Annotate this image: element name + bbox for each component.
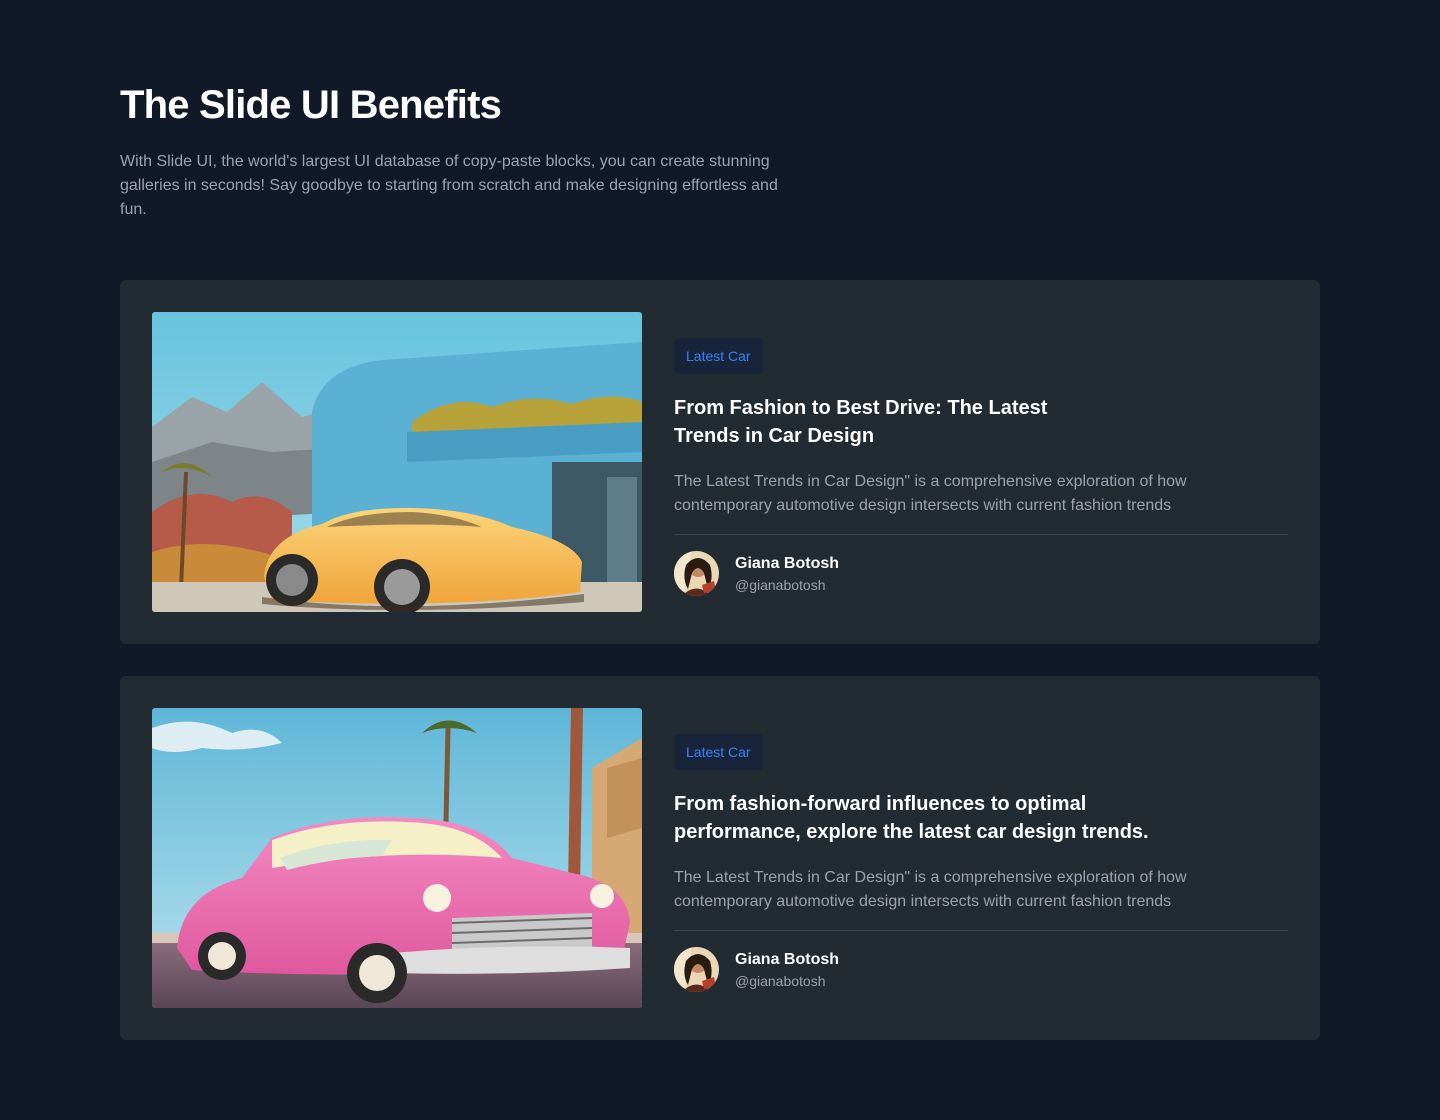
category-badge[interactable]: Latest Car bbox=[674, 338, 763, 374]
author-info: Giana Botosh @gianabotosh bbox=[735, 949, 839, 991]
category-badge[interactable]: Latest Car bbox=[674, 734, 763, 770]
author-info: Giana Botosh @gianabotosh bbox=[735, 553, 839, 595]
divider bbox=[674, 534, 1288, 535]
card-content: Latest Car From fashion-forward influenc… bbox=[674, 734, 1288, 992]
page-title: The Slide UI Benefits bbox=[120, 83, 502, 127]
card-image-pink-classic-car[interactable] bbox=[152, 708, 642, 1008]
card-title[interactable]: From Fashion to Best Drive: The Latest T… bbox=[674, 394, 1104, 450]
card-description: The Latest Trends in Car Design" is a co… bbox=[674, 473, 1187, 514]
card-title[interactable]: From fashion-forward influences to optim… bbox=[674, 790, 1174, 846]
avatar[interactable] bbox=[674, 947, 719, 992]
divider bbox=[674, 930, 1288, 931]
avatar[interactable] bbox=[674, 551, 719, 596]
page-header: The Slide UI Benefits With Slide UI, the… bbox=[120, 80, 780, 222]
author-handle: @gianabotosh bbox=[735, 576, 826, 593]
card-image-yellow-sports-car[interactable] bbox=[152, 312, 642, 612]
page-intro: With Slide UI, the world's largest UI da… bbox=[120, 153, 778, 218]
author-name[interactable]: Giana Botosh bbox=[735, 949, 839, 971]
card-content: Latest Car From Fashion to Best Drive: T… bbox=[674, 338, 1288, 596]
author[interactable]: Giana Botosh @gianabotosh bbox=[674, 947, 1288, 992]
author-handle: @gianabotosh bbox=[735, 972, 826, 989]
blog-card[interactable]: Latest Car From fashion-forward influenc… bbox=[120, 676, 1320, 1040]
author[interactable]: Giana Botosh @gianabotosh bbox=[674, 551, 1288, 596]
blog-card[interactable]: Latest Car From Fashion to Best Drive: T… bbox=[120, 280, 1320, 644]
card-description: The Latest Trends in Car Design" is a co… bbox=[674, 869, 1187, 910]
author-name[interactable]: Giana Botosh bbox=[735, 553, 839, 575]
